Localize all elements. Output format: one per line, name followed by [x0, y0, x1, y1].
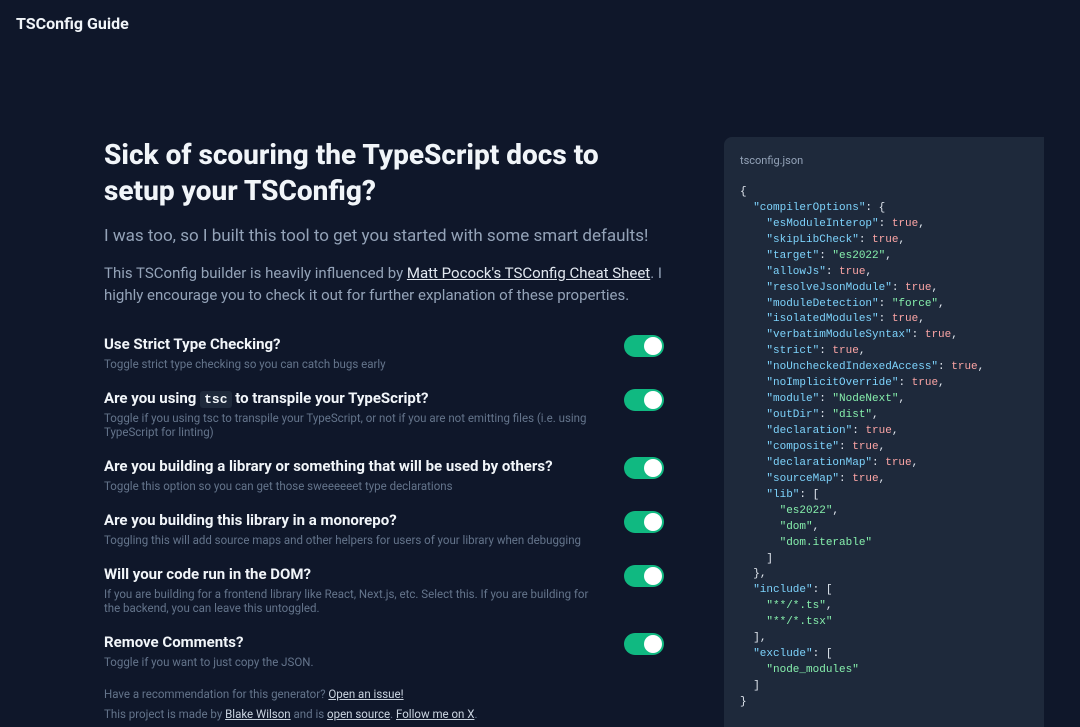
option-strict: Use Strict Type Checking? Toggle strict …: [104, 335, 664, 371]
toggle-monorepo[interactable]: [624, 511, 664, 533]
option-title: Are you building this library in a monor…: [104, 511, 604, 529]
footer-recommendation: Have a recommendation for this generator…: [104, 687, 664, 701]
hero-subtitle: I was too, so I built this tool to get y…: [104, 226, 664, 246]
option-title: Are you using tsc to transpile your Type…: [104, 389, 604, 407]
option-tsc: Are you using tsc to transpile your Type…: [104, 389, 664, 439]
option-desc: If you are building for a frontend libra…: [104, 587, 604, 615]
hero-description: This TSConfig builder is heavily influen…: [104, 262, 664, 307]
toggle-comments[interactable]: [624, 633, 664, 655]
toggle-library[interactable]: [624, 457, 664, 479]
app-header: TSConfig Guide: [0, 0, 1080, 47]
code-output: { "compilerOptions": { "esModuleInterop"…: [740, 185, 1028, 711]
option-desc: Toggle if you want to just copy the JSON…: [104, 655, 604, 669]
option-dom: Will your code run in the DOM? If you ar…: [104, 565, 664, 615]
option-library: Are you building a library or something …: [104, 457, 664, 493]
open-issue-link[interactable]: Open an issue!: [328, 687, 403, 701]
option-desc: Toggle if you using tsc to transpile you…: [104, 411, 604, 439]
toggle-strict[interactable]: [624, 335, 664, 357]
option-monorepo: Are you building this library in a monor…: [104, 511, 664, 547]
option-desc: Toggle strict type checking so you can c…: [104, 357, 604, 371]
option-title: Remove Comments?: [104, 633, 604, 651]
option-title: Use Strict Type Checking?: [104, 335, 604, 353]
hero-title: Sick of scouring the TypeScript docs to …: [104, 137, 664, 210]
code-panel: tsconfig.json { "compilerOptions": { "es…: [724, 137, 1044, 727]
left-panel: Sick of scouring the TypeScript docs to …: [104, 137, 664, 727]
option-title: Are you building a library or something …: [104, 457, 604, 475]
toggle-dom[interactable]: [624, 565, 664, 587]
main-container: Sick of scouring the TypeScript docs to …: [0, 47, 1080, 727]
option-title: Will your code run in the DOM?: [104, 565, 604, 583]
app-title: TSConfig Guide: [16, 14, 129, 33]
option-desc: Toggling this will add source maps and o…: [104, 533, 604, 547]
toggle-tsc[interactable]: [624, 389, 664, 411]
option-comments: Remove Comments? Toggle if you want to j…: [104, 633, 664, 669]
cheat-sheet-link[interactable]: Matt Pocock's TSConfig Cheat Sheet: [407, 264, 650, 282]
filename-label: tsconfig.json: [740, 153, 1028, 169]
option-desc: Toggle this option so you can get those …: [104, 479, 604, 493]
